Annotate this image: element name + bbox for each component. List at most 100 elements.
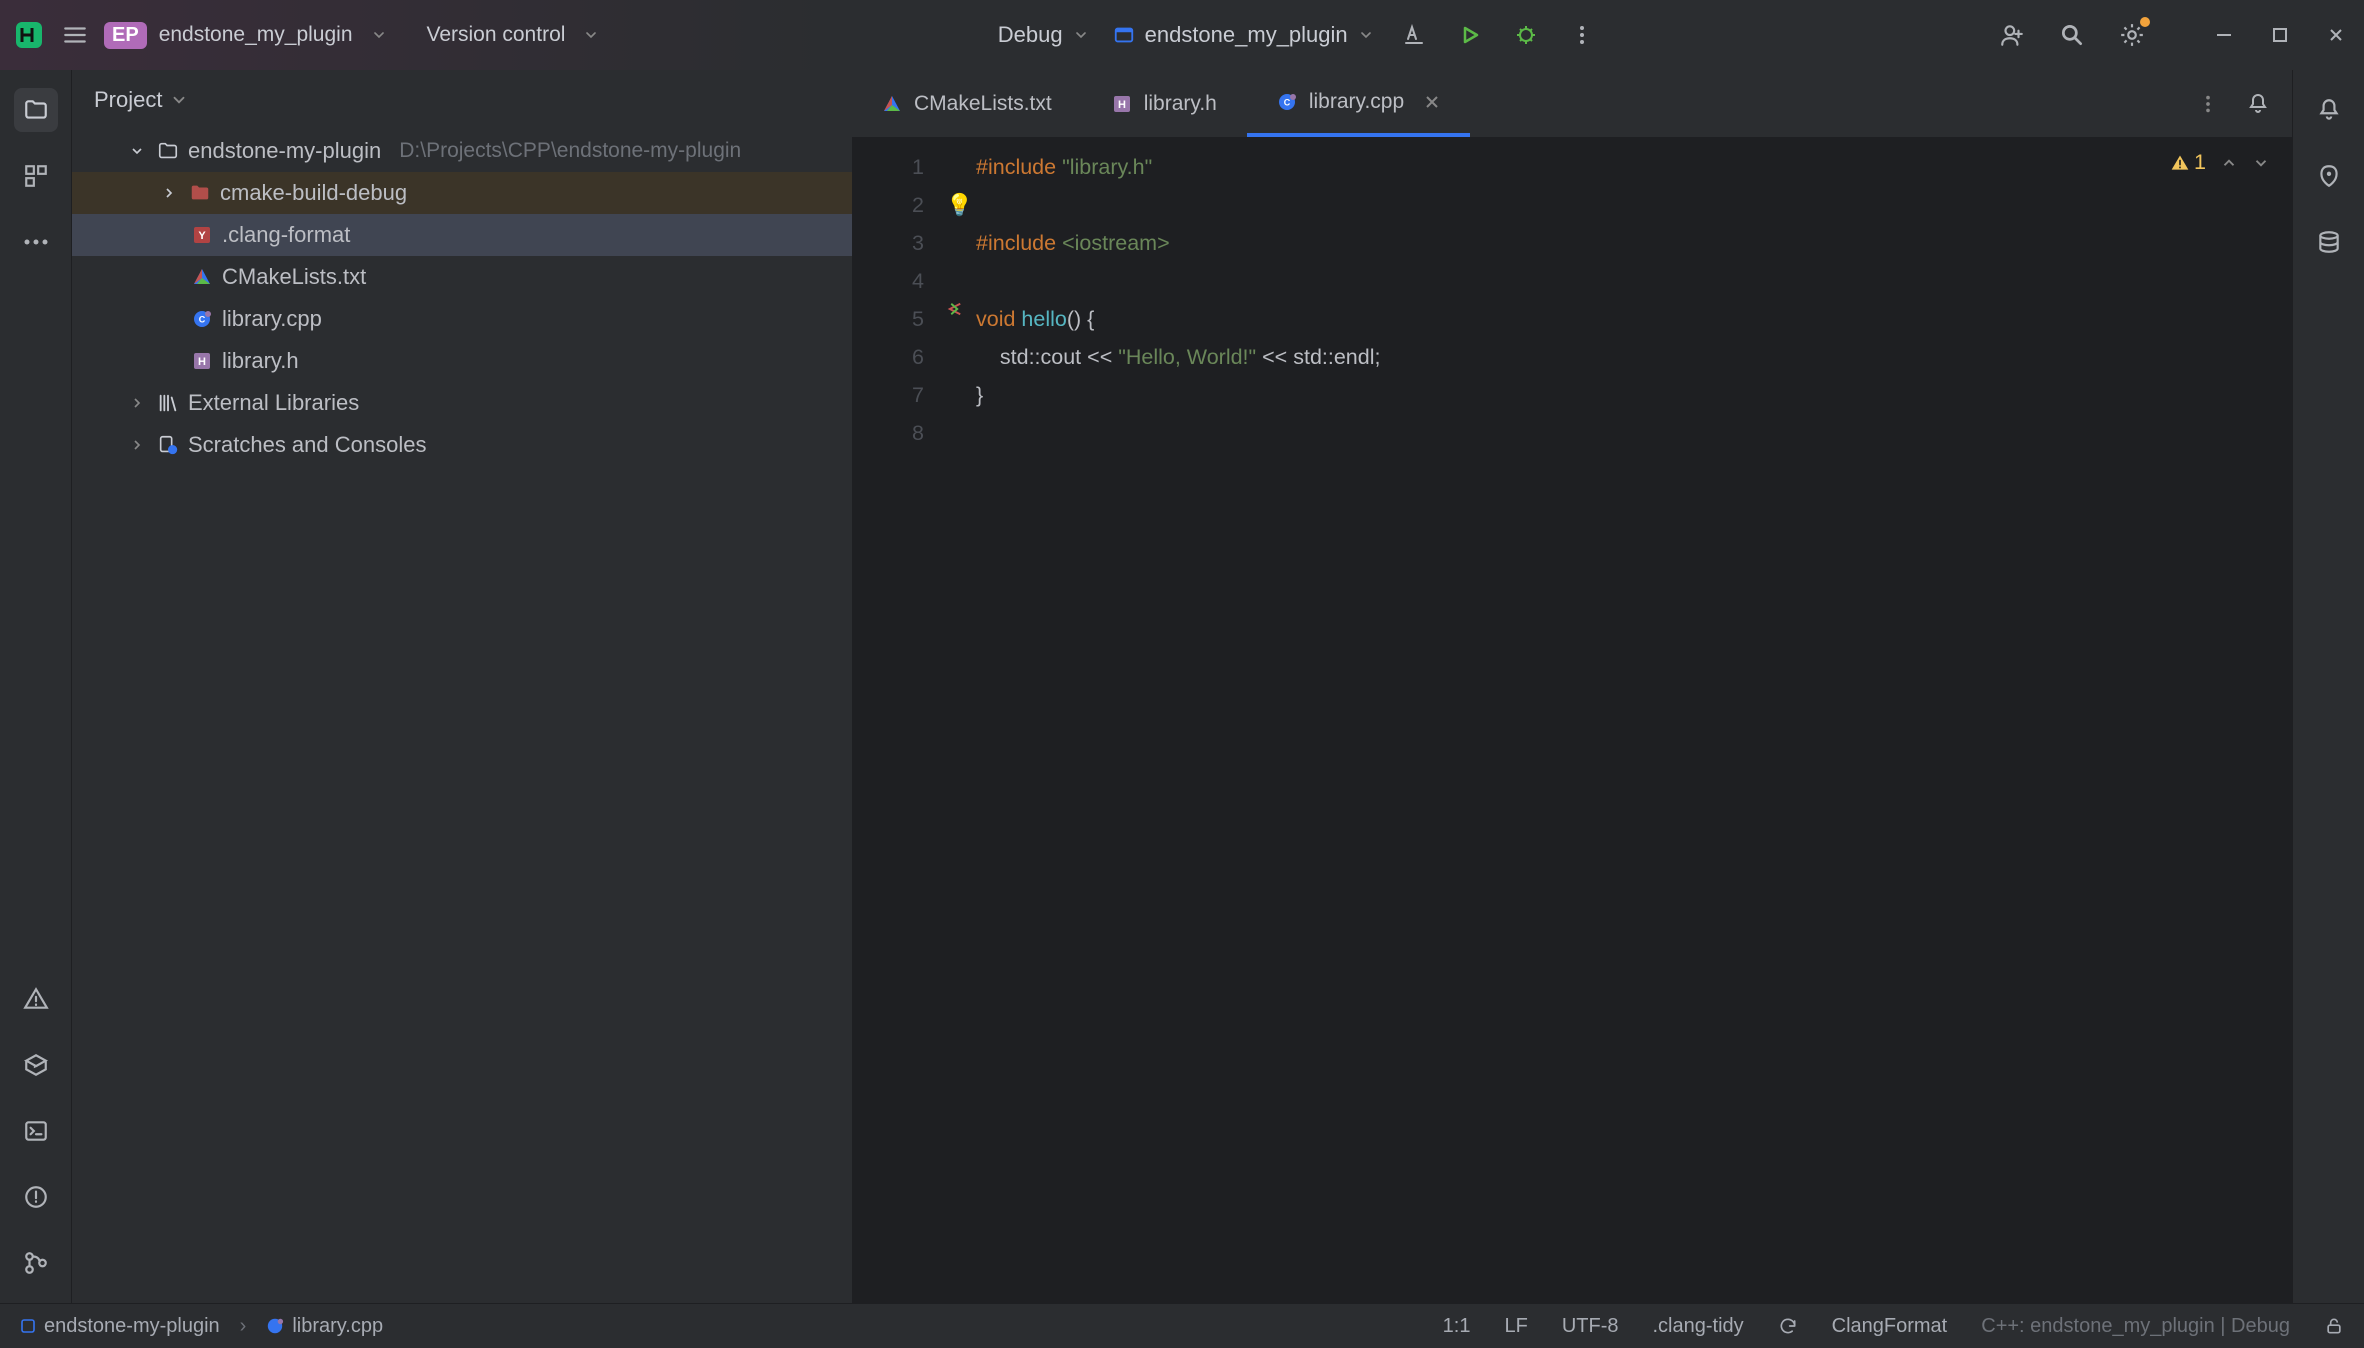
line-number[interactable]: 2 — [852, 186, 924, 224]
close-icon[interactable] — [1424, 94, 1440, 110]
library-icon — [156, 391, 180, 415]
chevron-right-icon[interactable] — [126, 434, 148, 456]
run-gutter-icon[interactable] — [946, 300, 976, 318]
folder-icon — [156, 139, 180, 163]
tree-library-h[interactable]: H library.h — [72, 340, 852, 382]
status-tidy[interactable]: .clang-tidy — [1652, 1315, 1743, 1338]
left-dock — [0, 70, 72, 1303]
debug-icon[interactable] — [1510, 19, 1542, 51]
status-encoding[interactable]: UTF-8 — [1562, 1315, 1619, 1338]
target-icon — [1113, 24, 1135, 46]
project-name[interactable]: endstone_my_plugin — [159, 23, 353, 47]
status-line-sep[interactable]: LF — [1504, 1315, 1527, 1338]
chevron-down-icon[interactable] — [2252, 154, 2270, 172]
tree-label: External Libraries — [188, 390, 359, 416]
minimize-button[interactable] — [2208, 19, 2240, 51]
tree-label: library.cpp — [222, 306, 322, 332]
sidebar-title: Project — [94, 87, 162, 113]
reload-icon[interactable] — [1778, 1316, 1798, 1336]
settings-icon[interactable] — [2116, 19, 2148, 51]
tree-cmakelists[interactable]: CMakeLists.txt — [72, 256, 852, 298]
more-icon[interactable] — [2192, 88, 2224, 120]
intention-bulb-icon[interactable]: 💡 — [946, 186, 976, 224]
structure-tool-button[interactable] — [14, 154, 58, 198]
more-icon[interactable] — [1566, 19, 1598, 51]
line-number[interactable]: 4 — [852, 262, 924, 300]
tab-library-h[interactable]: H library.h — [1082, 70, 1247, 137]
tab-cmakelists[interactable]: CMakeLists.txt — [852, 70, 1082, 137]
tree-path: D:\Projects\CPP\endstone-my-plugin — [399, 139, 741, 163]
tree-external-libraries[interactable]: External Libraries — [72, 382, 852, 424]
close-button[interactable] — [2320, 19, 2352, 51]
tree-label: library.h — [222, 348, 299, 374]
line-number[interactable]: 7 — [852, 376, 924, 414]
project-tool-button[interactable] — [14, 88, 58, 132]
folder-icon — [188, 181, 212, 205]
scratches-icon — [156, 433, 180, 457]
build-icon[interactable] — [1398, 19, 1430, 51]
problems-tool-button[interactable] — [14, 977, 58, 1021]
line-number[interactable]: 3 — [852, 224, 924, 262]
line-number[interactable]: 5 — [852, 300, 924, 338]
editor-area: CMakeLists.txt H library.h C library.cpp — [852, 70, 2292, 1303]
warning-badge[interactable]: 1 — [2170, 150, 2206, 175]
svg-text:Y: Y — [198, 230, 206, 242]
yaml-file-icon: Y — [190, 223, 214, 247]
notifications-tool-button[interactable] — [2307, 88, 2351, 132]
chevron-right-icon[interactable] — [158, 182, 180, 204]
code-editor[interactable]: 1 1 2 3 4 5 6 7 8 💡 — [852, 138, 2292, 1303]
vcs-tool-button[interactable] — [14, 1241, 58, 1285]
breadcrumb-project[interactable]: endstone-my-plugin — [20, 1315, 220, 1338]
chevron-right-icon[interactable] — [126, 392, 148, 414]
status-context[interactable]: C++: endstone_my_plugin | Debug — [1981, 1315, 2290, 1338]
titlebar: EP endstone_my_plugin Version control De… — [0, 0, 2364, 70]
tree-library-cpp[interactable]: C library.cpp — [72, 298, 852, 340]
main-menu-icon[interactable] — [58, 18, 92, 52]
tab-library-cpp[interactable]: C library.cpp — [1247, 70, 1470, 137]
breadcrumb-file[interactable]: library.cpp — [266, 1315, 383, 1338]
status-caret[interactable]: 1:1 — [1443, 1315, 1471, 1338]
gutter[interactable]: 1 2 3 4 5 6 7 8 — [852, 138, 946, 1303]
code-content[interactable]: #include "library.h" #include <iostream>… — [976, 138, 2292, 1303]
tree-label: .clang-format — [222, 222, 350, 248]
more-tool-button[interactable] — [14, 220, 58, 264]
lock-icon[interactable] — [2324, 1316, 2344, 1336]
chevron-down-icon[interactable] — [371, 27, 387, 43]
line-number[interactable]: 8 — [852, 414, 924, 452]
svg-text:H: H — [198, 356, 206, 368]
tree-clang-format[interactable]: Y .clang-format — [72, 214, 852, 256]
line-number[interactable]: 1 — [852, 148, 924, 186]
sidebar-header[interactable]: Project — [72, 70, 852, 130]
messages-tool-button[interactable] — [14, 1175, 58, 1219]
services-tool-button[interactable] — [14, 1043, 58, 1087]
terminal-tool-button[interactable] — [14, 1109, 58, 1153]
right-dock — [2292, 70, 2364, 1303]
vcs-menu[interactable]: Version control — [427, 23, 566, 47]
ai-tool-button[interactable] — [2307, 154, 2351, 198]
inspection-widget[interactable]: 1 — [2170, 150, 2270, 175]
search-icon[interactable] — [2056, 19, 2088, 51]
cmake-file-icon — [882, 94, 902, 114]
svg-text:C: C — [1284, 97, 1291, 107]
tree-build-dir[interactable]: cmake-build-debug — [72, 172, 852, 214]
run-icon[interactable] — [1454, 19, 1486, 51]
database-tool-button[interactable] — [2307, 220, 2351, 264]
line-number[interactable]: 6 — [852, 338, 924, 376]
run-configuration[interactable]: Debug — [998, 22, 1089, 48]
run-target[interactable]: endstone_my_plugin — [1113, 22, 1374, 48]
code-token: } — [976, 383, 983, 407]
chevron-down-icon[interactable] — [583, 27, 599, 43]
maximize-button[interactable] — [2264, 19, 2296, 51]
tree-scratches[interactable]: Scratches and Consoles — [72, 424, 852, 466]
notifications-icon[interactable] — [2242, 88, 2274, 120]
main: Project endstone-my-plugin D:\Projects\C… — [0, 70, 2364, 1303]
tree-label: CMakeLists.txt — [222, 264, 366, 290]
chevron-down-icon[interactable] — [126, 140, 148, 162]
status-formatter[interactable]: ClangFormat — [1832, 1315, 1948, 1338]
chevron-up-icon[interactable] — [2220, 154, 2238, 172]
project-sidebar: Project endstone-my-plugin D:\Projects\C… — [72, 70, 852, 1303]
tree-root[interactable]: endstone-my-plugin D:\Projects\CPP\endst… — [72, 130, 852, 172]
code-token: #include — [976, 155, 1062, 179]
code-token: #include — [976, 231, 1062, 255]
collaborate-icon[interactable] — [1996, 19, 2028, 51]
